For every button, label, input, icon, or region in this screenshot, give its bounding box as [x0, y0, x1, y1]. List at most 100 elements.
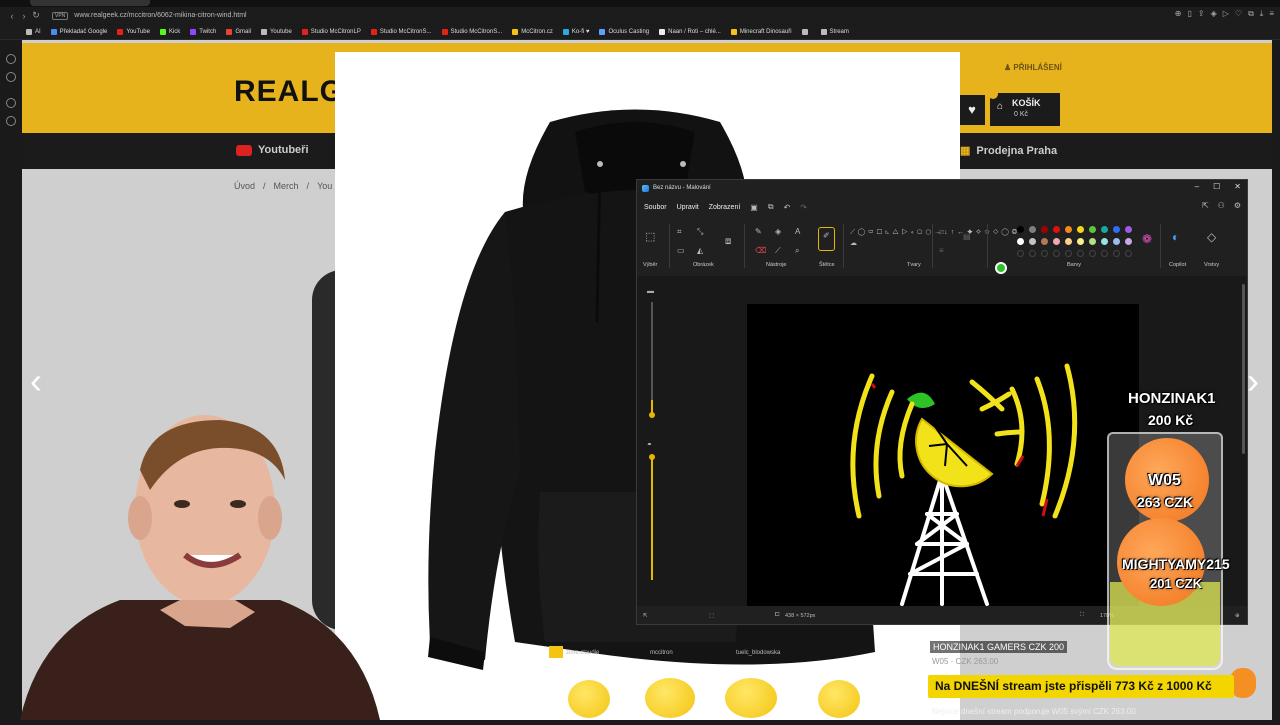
text-icon[interactable]: A — [795, 227, 800, 236]
color-swatch[interactable] — [1041, 238, 1048, 245]
sidebar-chat-icon[interactable] — [6, 72, 16, 82]
bookmark-item[interactable]: Naan / Roti – chlé... — [659, 29, 721, 35]
custom-color-slot[interactable] — [1053, 250, 1060, 257]
bookmark-item[interactable]: Studio McCitronS... — [370, 29, 432, 35]
custom-color-slot[interactable] — [1113, 250, 1120, 257]
custom-color-slot[interactable] — [1041, 250, 1048, 257]
cart-button[interactable]: ⌂ KOŠÍK 0 Kč — [988, 89, 1060, 126]
login-link[interactable]: ♟ PŘIHLÁŠENÍ — [1004, 63, 1062, 72]
color-swatch[interactable] — [1017, 226, 1024, 233]
eraser-icon[interactable]: ⌫ — [755, 246, 766, 255]
undo-icon[interactable]: ↶ — [784, 203, 791, 212]
selection-icon[interactable]: ⬚ — [645, 230, 655, 243]
reload-icon[interactable]: ↻ — [30, 10, 42, 21]
zoom-icon[interactable]: ⊕ — [1175, 9, 1182, 19]
breadcrumb-merch[interactable]: Merch — [274, 181, 299, 191]
color-swatch[interactable] — [1125, 238, 1132, 245]
color-swatch[interactable] — [1029, 238, 1036, 245]
nav-prague-shop[interactable]: ▦ Prodejna Praha — [960, 144, 1057, 158]
color-swatch[interactable] — [1077, 226, 1084, 233]
previous-image-icon[interactable]: ‹ — [30, 360, 42, 402]
bookmark-item[interactable]: Studio McCitronLP — [301, 29, 361, 35]
minimize-icon[interactable]: – — [1195, 182, 1199, 191]
color-swatch[interactable] — [1077, 238, 1084, 245]
color-swatch[interactable] — [1101, 226, 1108, 233]
breadcrumb-home[interactable]: Úvod — [234, 181, 255, 191]
pencil-icon[interactable]: ✎ — [755, 227, 762, 236]
browser-tab[interactable] — [30, 0, 150, 6]
play-icon[interactable]: ▷ — [1223, 9, 1229, 19]
favorites-button[interactable]: ♥ — [959, 95, 985, 125]
layers-icon[interactable]: ◇ — [1207, 230, 1216, 244]
size-slider-knob[interactable] — [649, 412, 655, 418]
primary-color-swatch[interactable] — [995, 262, 1007, 274]
color-swatch[interactable] — [1029, 226, 1036, 233]
shield-icon[interactable]: ◈ — [1211, 9, 1217, 19]
bookmark-item[interactable]: Ko-fi ♥ — [562, 29, 589, 35]
heart-icon[interactable]: ♡ — [1235, 9, 1242, 19]
color-swatch[interactable] — [1113, 226, 1120, 233]
edit-colors-icon[interactable]: ❁ — [1142, 232, 1152, 246]
drawing-canvas[interactable] — [747, 304, 1139, 606]
color-swatch[interactable] — [1065, 226, 1072, 233]
custom-color-slot[interactable] — [1017, 250, 1024, 257]
close-icon[interactable]: ✕ — [1234, 182, 1241, 191]
sidebar-gear-icon[interactable] — [6, 116, 16, 126]
url-input[interactable]: www.realgeek.cz/mccitron/6062-mikina-cit… — [74, 12, 246, 19]
color-swatch[interactable] — [1053, 238, 1060, 245]
opacity-slider-knob[interactable] — [649, 454, 655, 460]
bookmark-item[interactable]: Stream — [820, 29, 849, 35]
bookmark-item[interactable]: Studio McCitronS... — [441, 29, 502, 35]
save-icon[interactable]: ▣ — [750, 203, 758, 212]
redo-icon[interactable]: ↷ — [800, 203, 807, 212]
next-image-icon[interactable]: › — [1247, 360, 1259, 402]
settings-icon[interactable]: ⚙ — [1234, 201, 1241, 210]
download-icon[interactable]: ⤓ — [1260, 9, 1264, 19]
crop-icon[interactable]: ⌗ — [677, 227, 682, 237]
custom-color-slot[interactable] — [1065, 250, 1072, 257]
zoom-in-icon[interactable]: ⊕ — [1235, 613, 1240, 619]
maximize-icon[interactable]: ☐ — [1213, 182, 1220, 191]
color-picker-icon[interactable]: ⟋ — [775, 246, 781, 256]
color-swatch[interactable] — [1101, 238, 1108, 245]
color-swatch[interactable] — [1125, 226, 1132, 233]
shapes-gallery[interactable]: ⟋◯▭▢◺△▷⋄⬠⬡→↓↑←✦✧✩◇◯◎☁ — [850, 227, 1017, 259]
back-icon[interactable]: ‹ — [6, 11, 18, 21]
share-icon[interactable]: ⇱ — [1202, 201, 1209, 210]
bookmark-item[interactable]: Twitch — [190, 29, 216, 35]
custom-color-slot[interactable] — [1089, 250, 1096, 257]
color-swatch[interactable] — [1017, 238, 1024, 245]
fit-icon[interactable]: ⛶ — [1080, 612, 1084, 619]
color-swatch[interactable] — [1089, 226, 1096, 233]
color-swatch[interactable] — [1089, 238, 1096, 245]
breadcrumb-youtubers[interactable]: You — [317, 181, 332, 191]
sidebar-history-icon[interactable] — [6, 98, 16, 108]
nav-youtubers[interactable]: Youtubeři — [236, 144, 309, 156]
bookmark-item[interactable]: Youtube — [260, 29, 292, 35]
size-icon[interactable]: ≡ — [939, 246, 944, 255]
menu-view[interactable]: Zobrazení — [709, 204, 741, 211]
rotate-icon[interactable]: ◭ — [697, 246, 703, 255]
bookmark-item[interactable] — [801, 29, 811, 35]
menu-file[interactable]: Soubor — [644, 204, 667, 211]
share-icon[interactable]: ⇪ — [1198, 9, 1205, 19]
fill-style-icon[interactable]: ▤ — [963, 232, 971, 241]
image-remove-bg-icon[interactable]: ⧈ — [725, 236, 731, 247]
bookmark-icon[interactable]: ▯ — [1187, 9, 1191, 19]
account-icon[interactable]: ⚇ — [1218, 201, 1225, 210]
bookmark-item[interactable]: Oculus Casting — [599, 29, 649, 35]
forward-icon[interactable]: › — [18, 11, 30, 21]
bookmark-item[interactable]: Minecraft Dinosauři — [730, 29, 792, 35]
vertical-scrollbar[interactable] — [1242, 284, 1245, 454]
bookmark-item[interactable]: Kick — [159, 29, 180, 35]
paint-titlebar[interactable]: Bez názvu - Malování – ☐ ✕ — [637, 180, 1247, 196]
size-slider-track[interactable] — [651, 302, 653, 414]
copilot-icon[interactable]: ◐ — [1172, 230, 1179, 244]
bookmark-item[interactable]: AI — [26, 29, 41, 35]
menu-icon[interactable]: ≡ — [1269, 9, 1274, 19]
vpn-badge[interactable]: VPN — [52, 11, 69, 20]
open-icon[interactable]: ⧉ — [768, 202, 774, 212]
color-swatch[interactable] — [1041, 226, 1048, 233]
magnifier-icon[interactable]: ⌕ — [795, 246, 799, 256]
custom-color-slot[interactable] — [1125, 250, 1132, 257]
